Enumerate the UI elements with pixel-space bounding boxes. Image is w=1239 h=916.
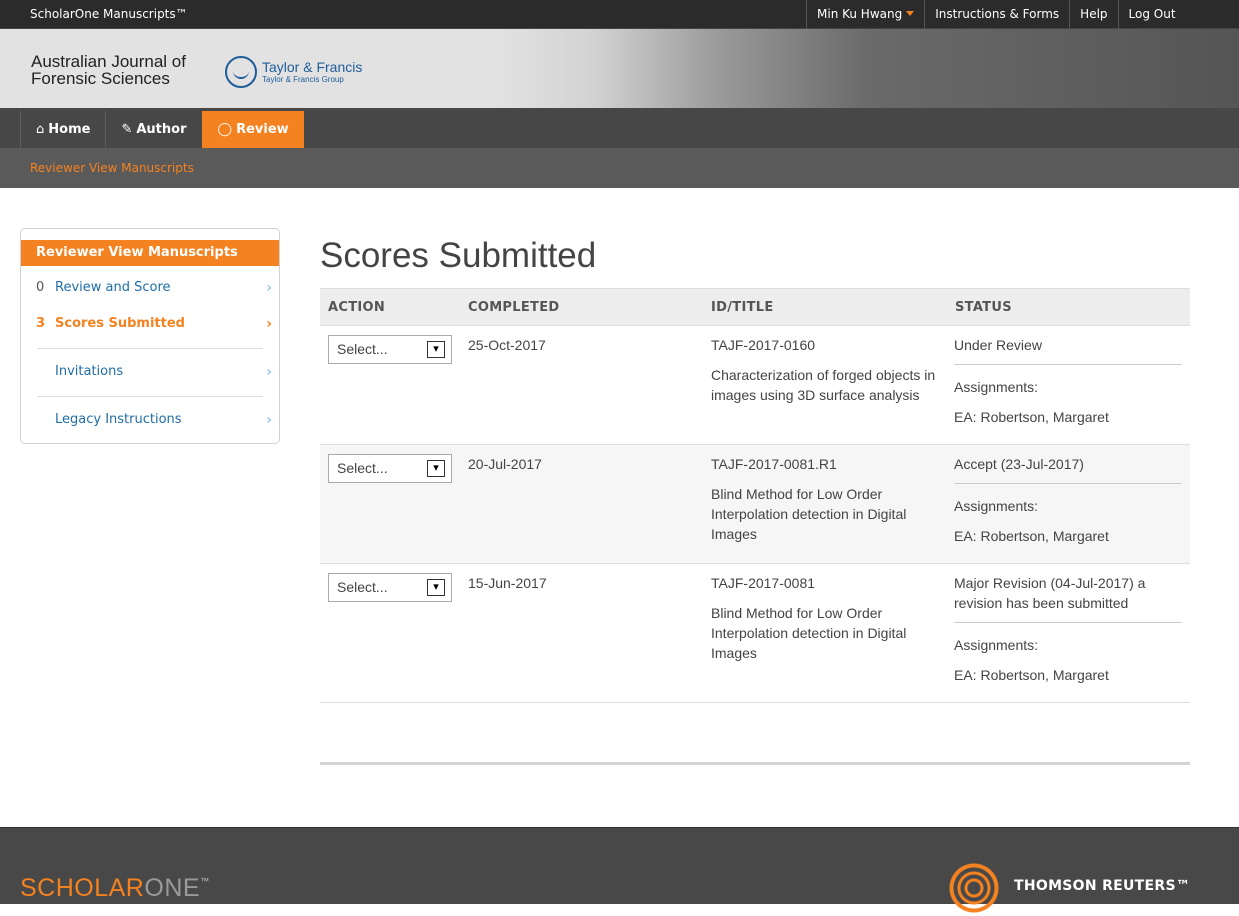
scholarone-logo-one: ONE [144,874,201,902]
product-brand: ScholarOne Manuscripts™ [30,7,188,21]
assignment-editor: EA: Robertson, Margaret [954,667,1109,683]
instructions-link[interactable]: Instructions & Forms [924,0,1069,29]
user-name: Min Ku Hwang [817,7,903,21]
column-header-status: STATUS [955,300,1012,315]
assignments-label: Assignments: [954,498,1039,514]
table-row: Select... ▾ 15-Jun-2017 TAJF-2017-0081 B… [320,564,1190,703]
footer: SCHOLARONE™ THOMSON REUTERS™ [0,827,1239,916]
sidebar-item-review-and-score[interactable]: 0 Review and Score › [36,276,272,300]
status-divider [954,364,1182,365]
chevron-right-icon: › [266,412,272,428]
sidebar-item-count: 0 [36,280,45,295]
sidebar-divider [37,348,263,349]
help-link[interactable]: Help [1069,0,1117,29]
publisher-group: Taylor & Francis Group [262,75,344,84]
column-header-action: ACTION [328,300,386,315]
tab-review-label: Review [236,122,289,137]
manuscript-id: TAJF-2017-0160 [711,337,816,353]
thomson-reuters-name: THOMSON REUTERS™ [1014,878,1191,894]
sidebar-item-invitations[interactable]: Invitations › [36,360,272,384]
status-text: Accept (23-Jul-2017) [954,456,1084,472]
sidebar-item-label: Legacy Instructions [55,412,182,427]
table-row: Select... ▾ 25-Oct-2017 TAJF-2017-0160 C… [320,326,1190,445]
completed-date: 25-Oct-2017 [468,337,546,353]
action-select[interactable]: Select... ▾ [328,573,452,602]
assignments-label: Assignments: [954,637,1039,653]
manuscript-id: TAJF-2017-0081.R1 [711,456,837,472]
assignments-label: Assignments: [954,379,1039,395]
assignment-editor: EA: Robertson, Margaret [954,409,1109,425]
action-select-value: Select... [337,579,388,595]
comment-icon: ◯ [217,122,233,137]
breadcrumb[interactable]: Reviewer View Manuscripts [30,161,194,175]
status-text: Major Revision (04-Jul-2017) a revision … [954,575,1146,611]
sidebar-item-label: Review and Score [55,280,171,295]
sidebar-header: Reviewer View Manuscripts [21,240,279,266]
chevron-down-icon: ▾ [427,579,445,596]
action-select-value: Select... [337,341,388,357]
sidebar: Reviewer View Manuscripts 0 Review and S… [20,228,280,444]
completed-date: 20-Jul-2017 [468,456,542,472]
page-title: Scores Submitted [320,236,597,275]
completed-date: 15-Jun-2017 [468,575,547,591]
manuscript-title[interactable]: Blind Method for Low Order Interpolation… [711,484,946,544]
journal-title[interactable]: Australian Journal of Forensic Sciences [31,53,186,87]
chevron-down-icon: ▾ [427,460,445,477]
action-select-value: Select... [337,460,388,476]
top-bar: ScholarOne Manuscripts™ Min Ku Hwang Ins… [0,0,1239,29]
main-nav: ⌂ Home ✎ Author ◯ Review [0,108,1239,148]
scholarone-logo-tm: ™ [200,876,210,886]
status-divider [954,483,1182,484]
thomson-reuters-dots-icon [946,860,1002,916]
top-links: Min Ku Hwang Instructions & Forms Help L… [806,0,1234,29]
manuscript-title[interactable]: Characterization of forged objects in im… [711,365,946,405]
content-bottom-divider [320,762,1190,765]
caret-down-icon [906,11,915,16]
sidebar-item-label: Invitations [55,364,124,379]
sidebar-item-legacy-instructions[interactable]: Legacy Instructions › [36,408,272,432]
tab-author-label: Author [136,122,187,137]
assignment-editor: EA: Robertson, Margaret [954,528,1109,544]
chevron-right-icon: › [266,316,272,332]
manuscript-id: TAJF-2017-0081 [711,575,816,591]
action-select[interactable]: Select... ▾ [328,454,452,483]
home-icon: ⌂ [36,122,45,137]
manuscripts-table: ACTION COMPLETED ID/TITLE STATUS Select.… [320,288,1190,703]
journal-title-line2: Forensic Sciences [31,69,170,88]
action-select[interactable]: Select... ▾ [328,335,452,364]
sidebar-item-label: Scores Submitted [55,316,185,331]
publisher-logo: Taylor & Francis Taylor & Francis Group [225,56,362,88]
tab-review[interactable]: ◯ Review [201,111,304,148]
tab-author[interactable]: ✎ Author [105,111,201,148]
journal-header: Australian Journal of Forensic Sciences … [0,29,1239,108]
scholarone-logo-scholar: SCHOLAR [20,874,145,902]
manuscript-title[interactable]: Blind Method for Low Order Interpolation… [711,603,946,663]
taylor-francis-logo-icon [225,56,257,88]
scholarone-logo[interactable]: SCHOLARONE™ [20,874,210,903]
sidebar-item-count: 3 [36,316,46,331]
tab-home[interactable]: ⌂ Home [20,111,105,148]
sidebar-item-scores-submitted[interactable]: 3 Scores Submitted › [36,312,272,336]
user-menu[interactable]: Min Ku Hwang [806,0,924,29]
publisher-name: Taylor & Francis [262,59,363,75]
column-header-id-title: ID/TITLE [711,300,774,315]
sidebar-divider [37,396,263,397]
journal-title-line1: Australian Journal of [31,52,186,71]
logout-link[interactable]: Log Out [1117,0,1234,29]
tab-home-label: Home [48,122,91,137]
pencil-icon: ✎ [121,122,133,137]
chevron-right-icon: › [266,280,272,296]
table-header: ACTION COMPLETED ID/TITLE STATUS [320,288,1190,326]
column-header-completed: COMPLETED [468,300,560,315]
sub-nav: Reviewer View Manuscripts [0,148,1239,188]
thomson-reuters-logo[interactable]: THOMSON REUTERS™ [946,860,1190,916]
table-row: Select... ▾ 20-Jul-2017 TAJF-2017-0081.R… [320,445,1190,564]
status-divider [954,622,1182,623]
status-text: Under Review [954,337,1042,353]
chevron-down-icon: ▾ [427,341,445,358]
chevron-right-icon: › [266,364,272,380]
